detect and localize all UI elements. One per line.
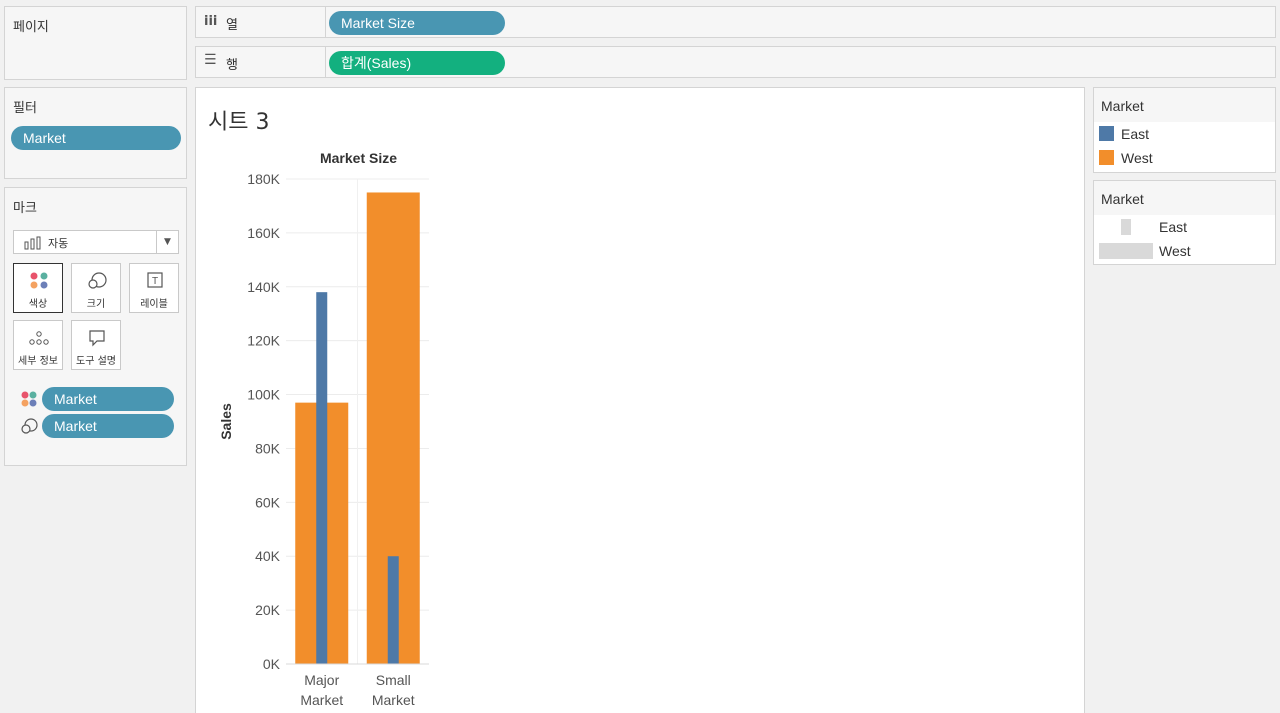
- size-legend-item-west[interactable]: West: [1094, 239, 1275, 263]
- mark-type-value: 자동: [48, 237, 69, 250]
- chart-title: Market Size: [320, 150, 397, 166]
- detail-button[interactable]: 세부 정보: [13, 320, 63, 370]
- marks-title: 마크: [13, 201, 37, 216]
- y-tick-label: 160K: [247, 225, 280, 241]
- tooltip-button[interactable]: 도구 설명: [71, 320, 121, 370]
- columns-shelf[interactable]: iii 열 Market Size: [195, 6, 1276, 38]
- bar-chart: Market Size 0K 20K 40K 60K 80K 100K 120K 140K 160…: [218, 150, 429, 708]
- color-button[interactable]: 색상: [13, 263, 63, 313]
- size-legend-label-west: West: [1159, 243, 1191, 259]
- pages-panel: 페이지: [4, 6, 187, 80]
- columns-shelf-label-area: iii 열: [196, 7, 326, 37]
- columns-shelf-label: 열: [226, 18, 238, 33]
- detail-button-label: 세부 정보: [18, 356, 58, 367]
- rows-icon: ☰: [204, 52, 217, 68]
- tooltip-button-label: 도구 설명: [76, 356, 116, 367]
- label-button-label: 레이블: [140, 299, 168, 310]
- y-tick-label: 40K: [255, 548, 281, 564]
- color-legend-title: Market: [1094, 88, 1275, 122]
- color-swatch-east: [1099, 126, 1114, 141]
- detail-dots-icon: [29, 331, 49, 345]
- color-legend-item-west[interactable]: West: [1094, 146, 1275, 170]
- size-circles-icon: [21, 418, 38, 434]
- marks-field-size-market[interactable]: Market: [42, 414, 174, 438]
- y-tick-label: 180K: [247, 171, 280, 187]
- y-tick-label: 20K: [255, 602, 281, 618]
- tooltip-bubble-icon: [89, 330, 105, 347]
- size-button-label: 크기: [86, 299, 106, 310]
- x-tick-label: Small: [376, 672, 411, 688]
- color-dots-icon: [21, 391, 37, 407]
- bar-east-1: [387, 556, 399, 664]
- size-legend-item-east[interactable]: East: [1094, 215, 1275, 239]
- size-circles-icon: [88, 272, 107, 289]
- x-tick-label: Major: [304, 672, 339, 688]
- columns-icon: iii: [204, 14, 218, 29]
- chevron-down-icon[interactable]: ▼: [156, 231, 178, 253]
- color-swatch-west: [1099, 150, 1114, 165]
- size-swatch-east: [1121, 219, 1131, 235]
- filters-panel: 필터 Market: [4, 87, 187, 179]
- marks-field-color-market[interactable]: Market: [42, 387, 174, 411]
- bar-east-0: [316, 292, 328, 664]
- size-legend-label-east: East: [1159, 219, 1188, 235]
- size-button[interactable]: 크기: [71, 263, 121, 313]
- x-tick-label: Market: [300, 692, 343, 708]
- bar-chart-icon: [24, 236, 41, 250]
- columns-pill-market-size[interactable]: Market Size: [329, 11, 505, 35]
- worksheet-view: 시트 3 Market Size 0K 20K 40K 60K 80K 100K 120K 14…: [195, 87, 1085, 713]
- filter-pill-market[interactable]: Market: [11, 126, 181, 150]
- y-tick-label: 100K: [247, 387, 280, 403]
- color-legend-label-west: West: [1121, 150, 1153, 166]
- rows-pill-sum-sales[interactable]: 합계(Sales): [329, 51, 505, 75]
- rows-shelf-label-area: ☰ 행: [196, 47, 326, 77]
- color-legend-label-east: East: [1121, 126, 1150, 142]
- rows-shelf-label: 행: [226, 58, 238, 73]
- pages-title: 페이지: [13, 20, 49, 35]
- color-legend: Market East West: [1093, 87, 1276, 173]
- size-legend: Market East West: [1093, 180, 1276, 265]
- rows-shelf[interactable]: ☰ 행 합계(Sales): [195, 46, 1276, 78]
- color-dots-icon: [30, 272, 48, 289]
- filters-title: 필터: [13, 101, 37, 116]
- y-axis-label: Sales: [218, 403, 234, 440]
- label-button[interactable]: T 레이블: [129, 263, 179, 313]
- size-swatch-west: [1099, 243, 1153, 259]
- size-legend-title: Market: [1094, 181, 1275, 215]
- label-t-icon: T: [147, 272, 163, 288]
- y-tick-label: 60K: [255, 494, 281, 510]
- color-button-label: 색상: [28, 299, 48, 310]
- marks-panel: 마크 자동 ▼ 색상 크기 T 레이블 세부 정보 도구 설명 Market M…: [4, 187, 187, 466]
- y-tick-label: 140K: [247, 279, 280, 295]
- mark-type-dropdown[interactable]: 자동 ▼: [13, 230, 179, 254]
- y-tick-label: 120K: [247, 333, 280, 349]
- svg-text:T: T: [152, 276, 158, 287]
- x-tick-label: Market: [372, 692, 415, 708]
- y-tick-label: 80K: [255, 440, 281, 456]
- color-legend-item-east[interactable]: East: [1094, 122, 1275, 146]
- y-tick-label: 0K: [263, 656, 281, 672]
